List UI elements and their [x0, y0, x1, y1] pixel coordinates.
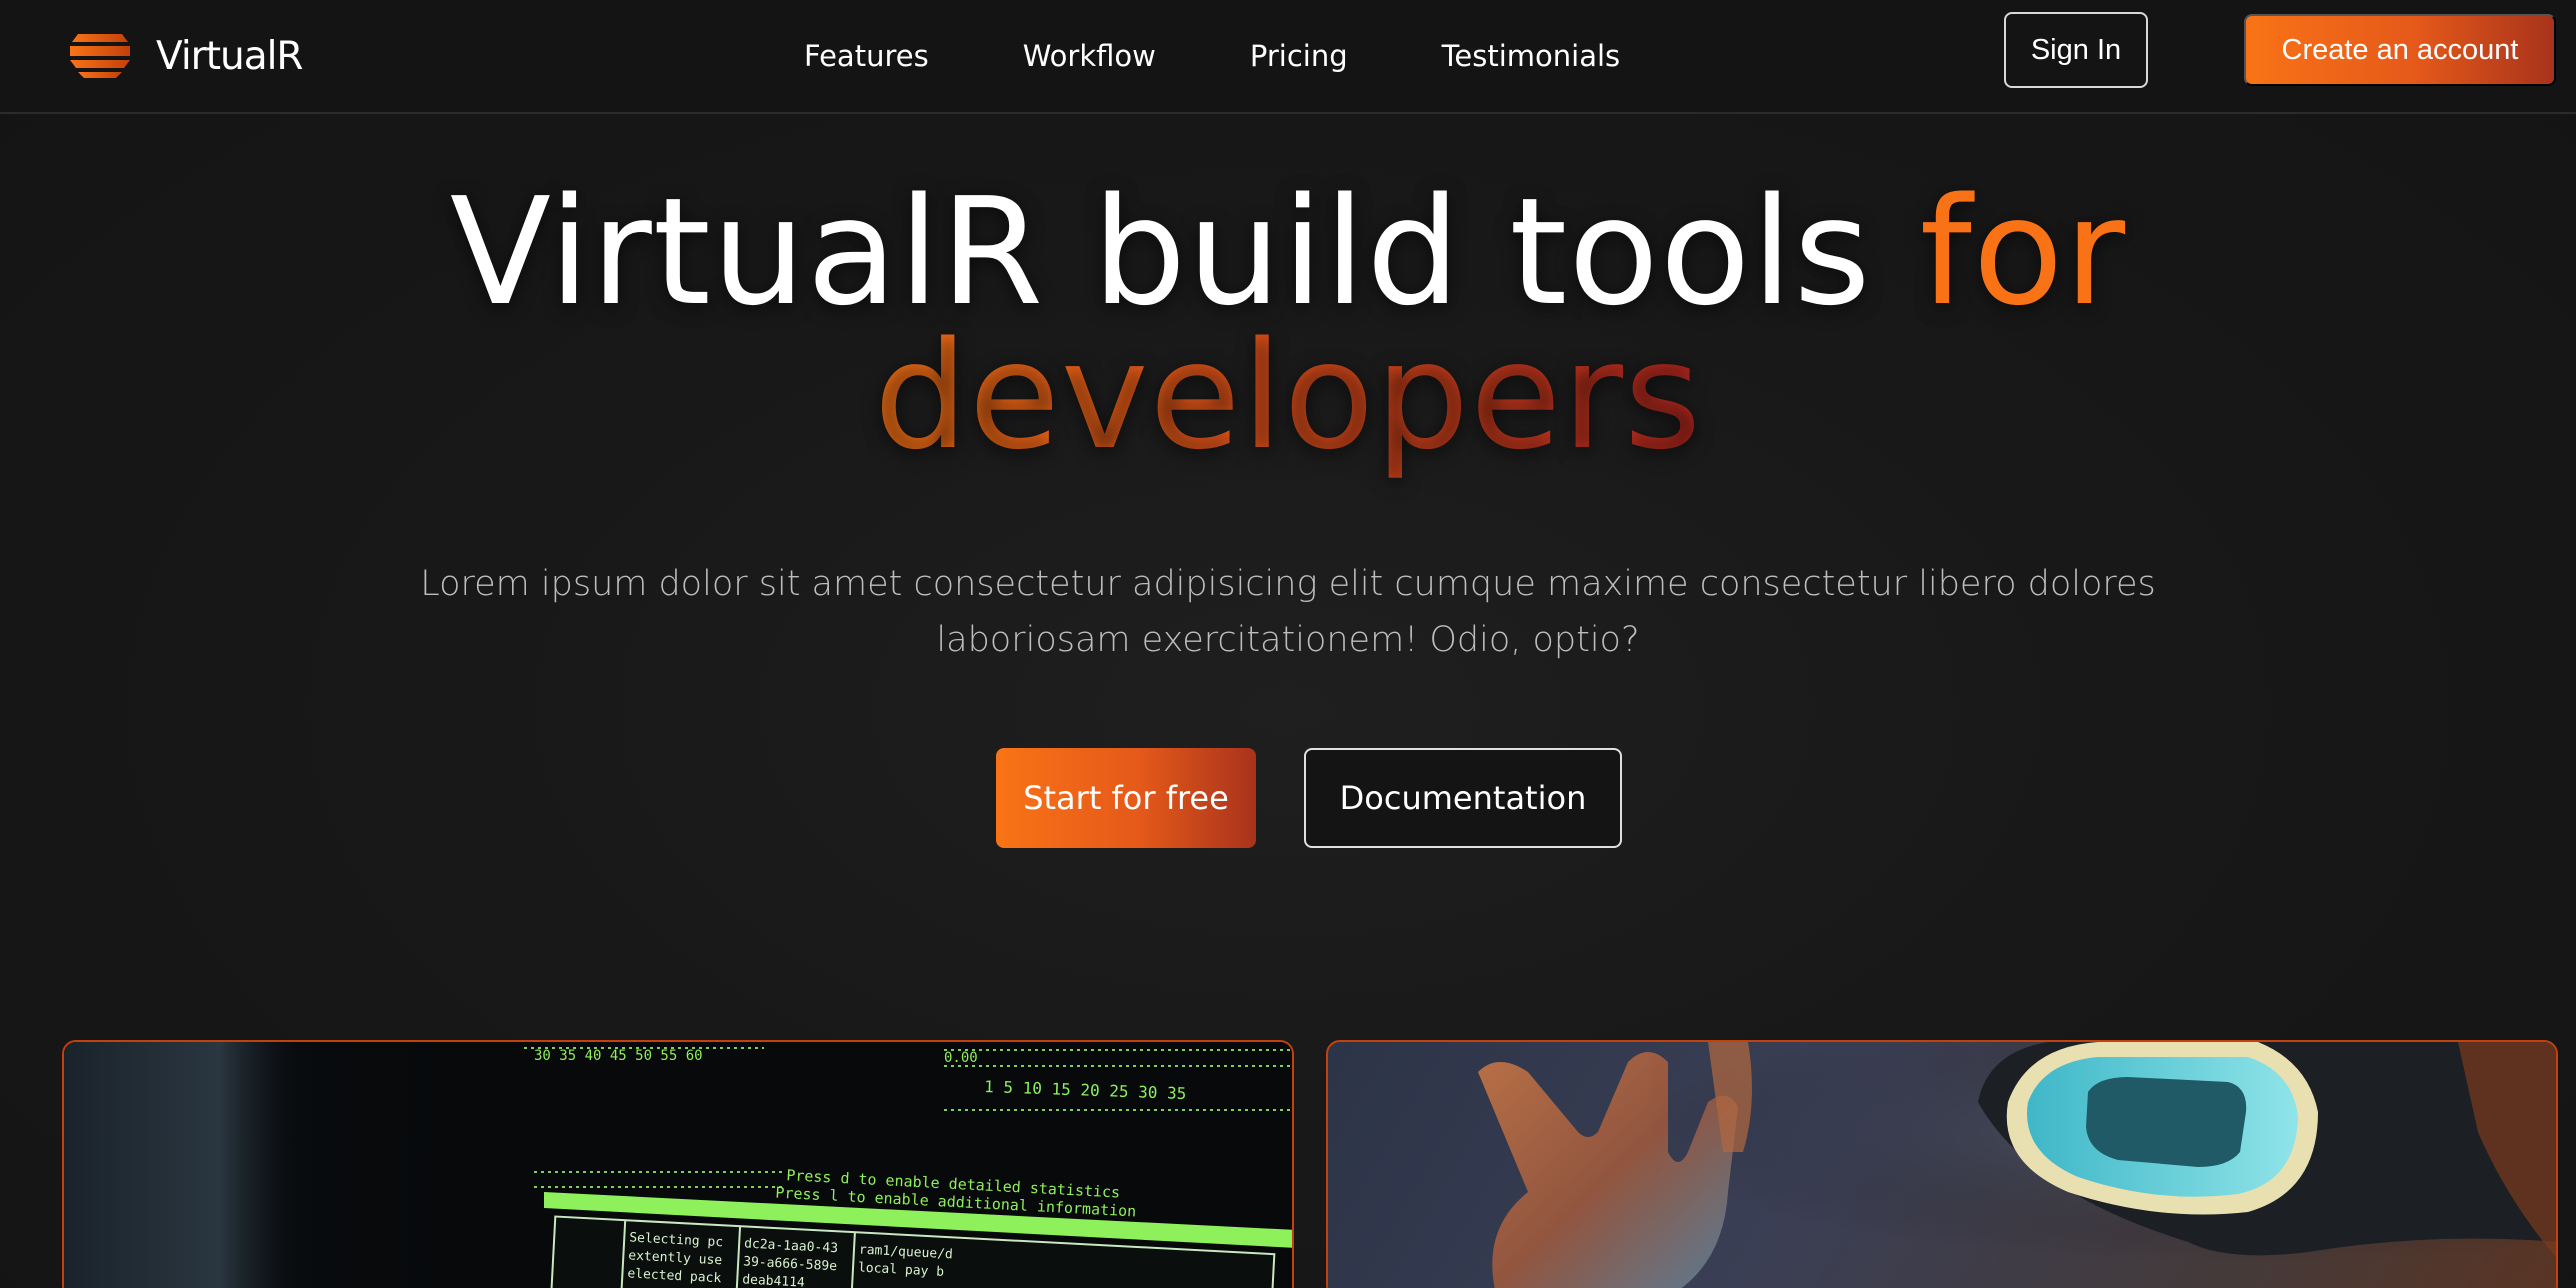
hero-title-accent: for [1919, 166, 2127, 338]
documentation-button[interactable]: Documentation [1304, 748, 1622, 848]
brand-name: VirtualR [156, 33, 304, 79]
nav-link-testimonials[interactable]: Testimonials [1442, 39, 1621, 73]
nav-link-workflow[interactable]: Workflow [1023, 39, 1156, 73]
nav-link-features[interactable]: Features [804, 39, 929, 73]
main-nav: Features Workflow Pricing Testimonials [804, 30, 1620, 82]
create-account-button[interactable]: Create an account [2244, 14, 2556, 86]
hero-title-line2: developers [873, 310, 1703, 482]
hero-subtitle: Lorem ipsum dolor sit amet consectetur a… [420, 564, 2156, 660]
terminal-screen-illustration: 30 35 40 45 50 55 60 0.00 1 5 10 15 20 2… [64, 1042, 1292, 1288]
terminal-stat-value: 0.00 [944, 1050, 978, 1066]
nav-link-pricing[interactable]: Pricing [1250, 39, 1348, 73]
vr-headset-image-card [1326, 1040, 2558, 1288]
vr-headset-illustration [1328, 1042, 2556, 1288]
terminal-image-card: 30 35 40 45 50 55 60 0.00 1 5 10 15 20 2… [62, 1040, 1294, 1288]
terminal-ticks-top: 30 35 40 45 50 55 60 [534, 1048, 703, 1064]
landing-page: VirtualR Features Workflow Pricing Testi… [0, 0, 2576, 1288]
layered-bars-logo-icon [70, 34, 130, 78]
brand[interactable]: VirtualR [66, 24, 304, 88]
terminal-col2-row3: deab4114 [742, 1272, 805, 1288]
top-navbar: VirtualR Features Workflow Pricing Testi… [0, 0, 2576, 114]
hero-title: VirtualR build tools for developers [0, 178, 2576, 470]
sign-in-button[interactable]: Sign In [2004, 12, 2148, 88]
start-for-free-button[interactable]: Start for free [996, 748, 1256, 848]
